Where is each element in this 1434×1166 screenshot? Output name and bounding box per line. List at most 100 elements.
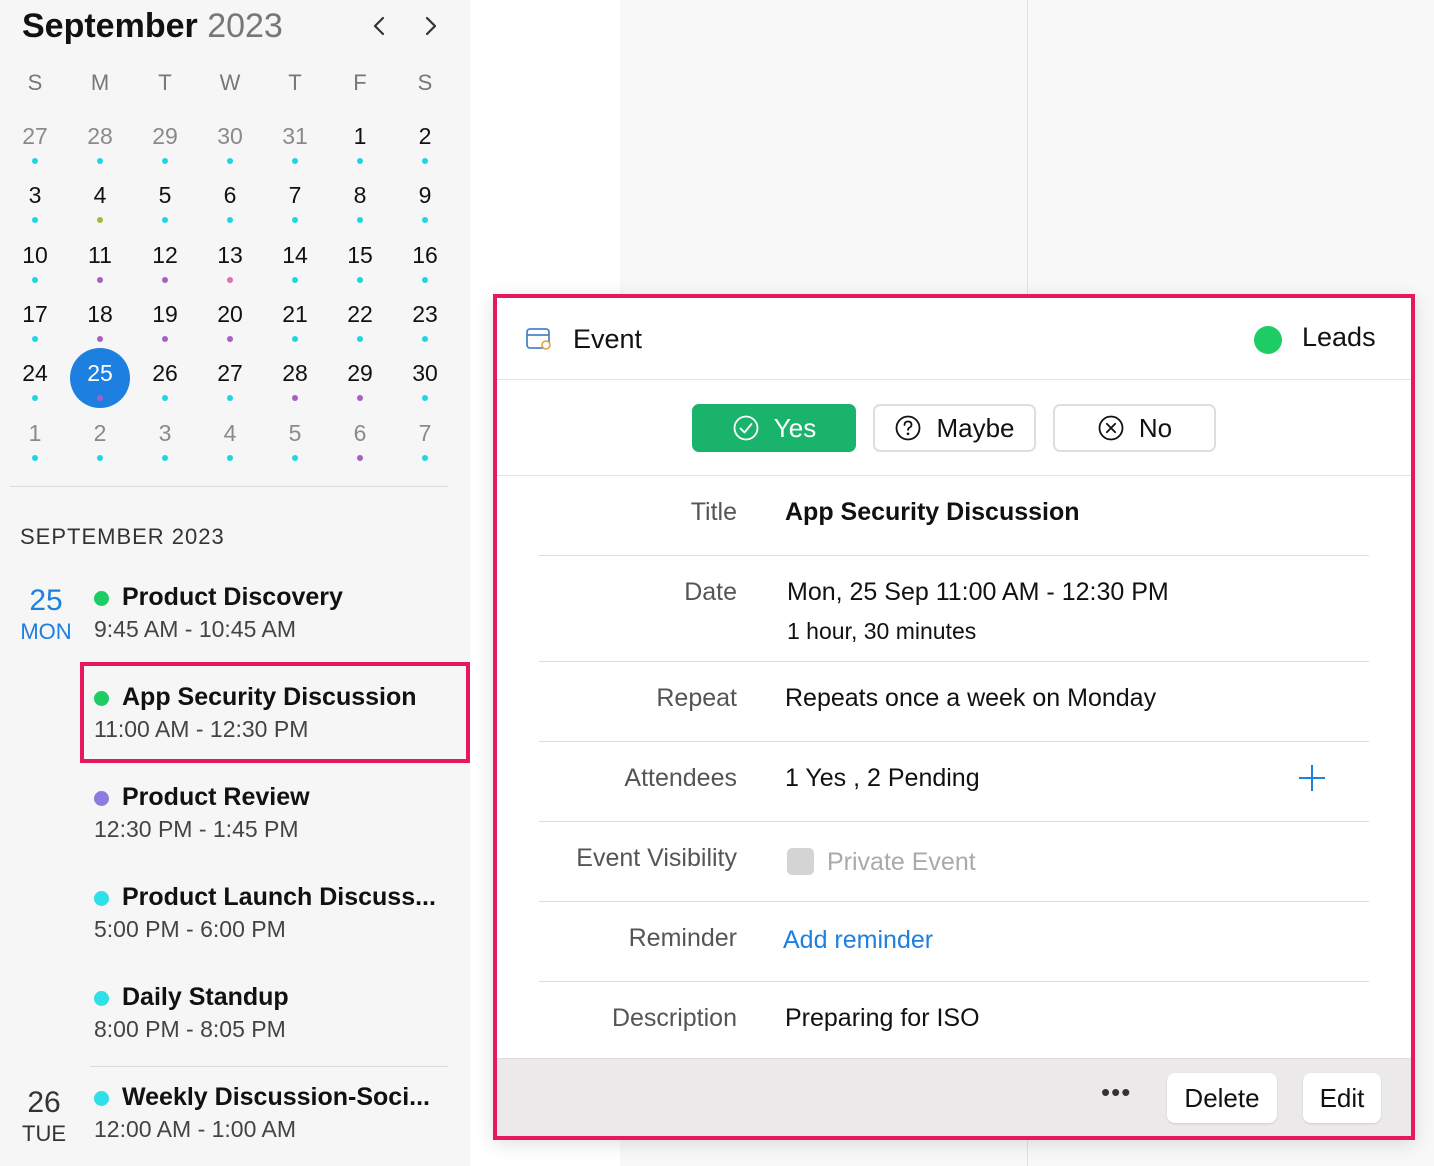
event-indicator-dot: [227, 454, 233, 461]
calendar-day-selected[interactable]: 25: [70, 348, 130, 409]
agenda-event[interactable]: Product Launch Discuss... 5:00 PM - 6:00…: [94, 880, 454, 944]
delete-button[interactable]: Delete: [1167, 1073, 1277, 1123]
event-indicator-dot: [32, 217, 38, 224]
calendar-day[interactable]: 19: [135, 298, 195, 350]
private-event-label: Private Event: [827, 848, 976, 876]
reminder-label: Reminder: [628, 924, 737, 952]
popover-pointer: [470, 700, 494, 740]
agenda-date-25: 25 MON: [16, 584, 76, 646]
agenda-event[interactable]: Weekly Discussion-Soci... 12:00 AM - 1:0…: [94, 1080, 454, 1144]
next-month-button[interactable]: [416, 10, 444, 42]
event-type-label: Event: [573, 324, 643, 354]
day-number: 8: [353, 182, 367, 209]
popover-header: Event Leads: [497, 298, 1411, 380]
calendar-day[interactable]: 24: [5, 357, 65, 409]
date-value[interactable]: Mon, 25 Sep 11:00 AM - 12:30 PM: [787, 576, 1169, 608]
calendar-day[interactable]: 23: [395, 298, 455, 350]
calendar-day[interactable]: 2: [395, 120, 455, 172]
add-attendee-button[interactable]: [1297, 763, 1327, 793]
description-value[interactable]: Preparing for ISO: [785, 1002, 980, 1034]
title-value[interactable]: App Security Discussion: [785, 496, 1080, 528]
day-number: 28: [87, 123, 113, 149]
calendar-day[interactable]: 17: [5, 298, 65, 350]
calendar-day[interactable]: 18: [70, 298, 130, 350]
calendar-day[interactable]: 13: [200, 239, 260, 291]
calendar-day[interactable]: 5: [265, 417, 325, 469]
calendar-day[interactable]: 7: [265, 179, 325, 231]
attendees-value[interactable]: 1 Yes , 2 Pending: [785, 762, 980, 794]
add-reminder-link[interactable]: Add reminder: [783, 924, 933, 956]
calendar-day[interactable]: 3: [5, 179, 65, 231]
calendar-name[interactable]: Leads: [1302, 318, 1376, 356]
calendar-day[interactable]: 1: [5, 417, 65, 469]
calendar-day[interactable]: 6: [330, 417, 390, 469]
calendar-day[interactable]: 3: [135, 417, 195, 469]
agenda-event[interactable]: Product Review 12:30 PM - 1:45 PM: [94, 780, 454, 844]
event-indicator-dot: [97, 158, 103, 164]
calendar-day[interactable]: 22: [330, 298, 390, 350]
day-number: 17: [22, 300, 48, 327]
rsvp-maybe-button[interactable]: Maybe: [873, 404, 1036, 452]
repeat-value[interactable]: Repeats once a week on Monday: [785, 682, 1156, 714]
day-number: 25: [87, 360, 113, 387]
event-time: 12:30 PM - 1:45 PM: [94, 816, 299, 842]
calendar-day[interactable]: 29: [330, 357, 390, 409]
day-number: 2: [418, 123, 432, 149]
day-number: 3: [28, 182, 42, 209]
event-indicator-dot: [97, 335, 103, 342]
calendar-day[interactable]: 10: [5, 239, 65, 291]
calendar-day[interactable]: 16: [395, 239, 455, 291]
calendar-day[interactable]: 20: [200, 298, 260, 350]
event-indicator-dot: [162, 454, 168, 461]
calendar-day[interactable]: 7: [395, 417, 455, 469]
calendar-day[interactable]: 27: [5, 120, 65, 172]
calendar-day[interactable]: 5: [135, 179, 195, 231]
more-options-button[interactable]: •••: [1101, 1077, 1131, 1108]
agenda-date-weekday: TUE: [22, 1121, 66, 1146]
calendar-day[interactable]: 6: [200, 179, 260, 231]
event-indicator-dot: [162, 395, 168, 402]
day-number: 10: [22, 241, 48, 268]
day-number: 6: [353, 419, 367, 446]
calendar-day[interactable]: 30: [395, 357, 455, 409]
calendar-day[interactable]: 1: [330, 120, 390, 172]
event-title: Product Launch Discuss...: [122, 883, 436, 911]
calendar-day[interactable]: 21: [265, 298, 325, 350]
event-indicator-dot: [32, 454, 38, 461]
calendar-day[interactable]: 26: [135, 357, 195, 409]
event-time: 12:00 AM - 1:00 AM: [94, 1116, 297, 1142]
duration-value: 1 hour, 30 minutes: [787, 618, 977, 644]
prev-month-button[interactable]: [366, 10, 394, 42]
calendar-day[interactable]: 30: [200, 120, 260, 172]
agenda-event[interactable]: Daily Standup 8:00 PM - 8:05 PM: [94, 980, 454, 1044]
calendar-day[interactable]: 14: [265, 239, 325, 291]
calendar-day[interactable]: 11: [70, 239, 130, 291]
calendar-day[interactable]: 28: [70, 120, 130, 172]
weekday-label: F: [353, 70, 367, 95]
agenda-date-number: 26: [27, 1086, 61, 1119]
calendar-day[interactable]: 9: [395, 179, 455, 231]
day-number: 30: [412, 360, 438, 387]
chevron-left-icon: [373, 16, 385, 36]
private-event-checkbox[interactable]: [787, 848, 814, 875]
event-indicator-dot: [357, 158, 363, 164]
calendar-day[interactable]: 8: [330, 179, 390, 231]
rsvp-yes-button[interactable]: Yes: [692, 404, 856, 452]
calendar-day[interactable]: 29: [135, 120, 195, 172]
calendar-day[interactable]: 4: [200, 417, 260, 469]
event-title: Daily Standup: [122, 983, 289, 1011]
calendar-day[interactable]: 12: [135, 239, 195, 291]
event-title: Weekly Discussion-Soci...: [122, 1083, 430, 1111]
day-number: 5: [158, 182, 172, 209]
day-number: 20: [217, 300, 243, 327]
calendar-day[interactable]: 28: [265, 357, 325, 409]
calendar-day[interactable]: 4: [70, 179, 130, 231]
day-number: 24: [22, 360, 48, 387]
agenda-event[interactable]: Product Discovery 9:45 AM - 10:45 AM: [94, 580, 454, 644]
calendar-day[interactable]: 2: [70, 417, 130, 469]
rsvp-no-button[interactable]: No: [1053, 404, 1216, 452]
calendar-day[interactable]: 31: [265, 120, 325, 172]
calendar-day[interactable]: 15: [330, 239, 390, 291]
edit-button[interactable]: Edit: [1303, 1073, 1381, 1123]
calendar-day[interactable]: 27: [200, 357, 260, 409]
